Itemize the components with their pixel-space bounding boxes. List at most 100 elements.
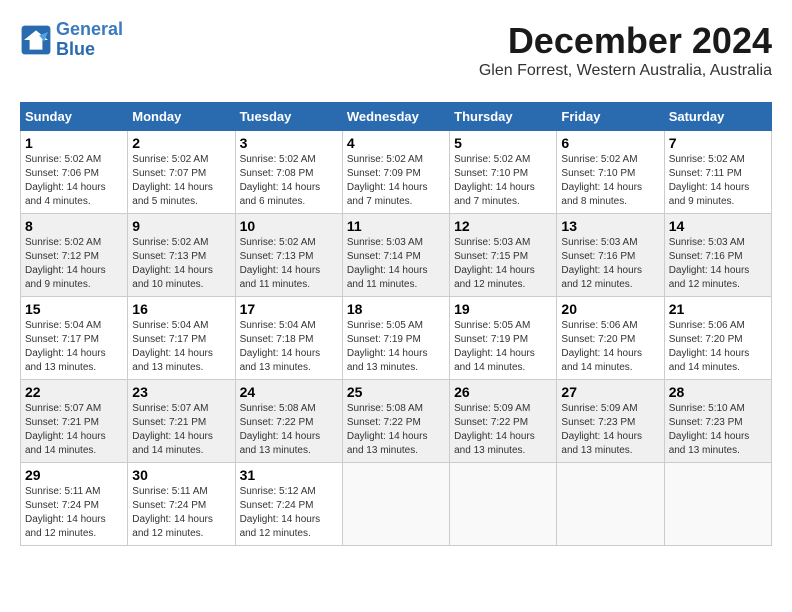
calendar-cell <box>342 463 449 546</box>
calendar-cell: 9 Sunrise: 5:02 AM Sunset: 7:13 PM Dayli… <box>128 214 235 297</box>
calendar-cell: 5 Sunrise: 5:02 AM Sunset: 7:10 PM Dayli… <box>450 131 557 214</box>
day-info: Sunrise: 5:09 AM Sunset: 7:23 PM Dayligh… <box>561 402 659 458</box>
weekday-header-monday: Monday <box>128 103 235 131</box>
calendar-cell: 8 Sunrise: 5:02 AM Sunset: 7:12 PM Dayli… <box>21 214 128 297</box>
calendar-cell: 6 Sunrise: 5:02 AM Sunset: 7:10 PM Dayli… <box>557 131 664 214</box>
day-number: 27 <box>561 384 659 400</box>
day-info: Sunrise: 5:08 AM Sunset: 7:22 PM Dayligh… <box>240 402 338 458</box>
calendar-cell: 22 Sunrise: 5:07 AM Sunset: 7:21 PM Dayl… <box>21 380 128 463</box>
day-info: Sunrise: 5:02 AM Sunset: 7:06 PM Dayligh… <box>25 153 123 209</box>
day-number: 29 <box>25 467 123 483</box>
calendar-cell: 20 Sunrise: 5:06 AM Sunset: 7:20 PM Dayl… <box>557 297 664 380</box>
day-info: Sunrise: 5:05 AM Sunset: 7:19 PM Dayligh… <box>454 319 552 375</box>
day-info: Sunrise: 5:03 AM Sunset: 7:15 PM Dayligh… <box>454 236 552 292</box>
day-info: Sunrise: 5:04 AM Sunset: 7:17 PM Dayligh… <box>25 319 123 375</box>
day-info: Sunrise: 5:02 AM Sunset: 7:13 PM Dayligh… <box>240 236 338 292</box>
day-number: 5 <box>454 135 552 151</box>
calendar-cell: 16 Sunrise: 5:04 AM Sunset: 7:17 PM Dayl… <box>128 297 235 380</box>
day-number: 3 <box>240 135 338 151</box>
weekday-header-sunday: Sunday <box>21 103 128 131</box>
day-number: 12 <box>454 218 552 234</box>
calendar-cell <box>664 463 771 546</box>
calendar-cell: 17 Sunrise: 5:04 AM Sunset: 7:18 PM Dayl… <box>235 297 342 380</box>
day-number: 8 <box>25 218 123 234</box>
day-info: Sunrise: 5:11 AM Sunset: 7:24 PM Dayligh… <box>132 485 230 541</box>
day-info: Sunrise: 5:06 AM Sunset: 7:20 PM Dayligh… <box>561 319 659 375</box>
calendar-cell: 11 Sunrise: 5:03 AM Sunset: 7:14 PM Dayl… <box>342 214 449 297</box>
day-number: 4 <box>347 135 445 151</box>
calendar-cell: 21 Sunrise: 5:06 AM Sunset: 7:20 PM Dayl… <box>664 297 771 380</box>
day-info: Sunrise: 5:02 AM Sunset: 7:08 PM Dayligh… <box>240 153 338 209</box>
day-info: Sunrise: 5:02 AM Sunset: 7:10 PM Dayligh… <box>454 153 552 209</box>
day-number: 1 <box>25 135 123 151</box>
calendar-cell: 14 Sunrise: 5:03 AM Sunset: 7:16 PM Dayl… <box>664 214 771 297</box>
day-number: 9 <box>132 218 230 234</box>
calendar-cell: 27 Sunrise: 5:09 AM Sunset: 7:23 PM Dayl… <box>557 380 664 463</box>
weekday-header-friday: Friday <box>557 103 664 131</box>
calendar-cell: 13 Sunrise: 5:03 AM Sunset: 7:16 PM Dayl… <box>557 214 664 297</box>
month-title: December 2024 <box>479 20 772 62</box>
calendar-cell: 4 Sunrise: 5:02 AM Sunset: 7:09 PM Dayli… <box>342 131 449 214</box>
day-info: Sunrise: 5:02 AM Sunset: 7:07 PM Dayligh… <box>132 153 230 209</box>
weekday-header-tuesday: Tuesday <box>235 103 342 131</box>
weekday-header-row: SundayMondayTuesdayWednesdayThursdayFrid… <box>21 103 772 131</box>
day-info: Sunrise: 5:07 AM Sunset: 7:21 PM Dayligh… <box>25 402 123 458</box>
day-info: Sunrise: 5:10 AM Sunset: 7:23 PM Dayligh… <box>669 402 767 458</box>
day-info: Sunrise: 5:11 AM Sunset: 7:24 PM Dayligh… <box>25 485 123 541</box>
day-number: 24 <box>240 384 338 400</box>
calendar-cell: 30 Sunrise: 5:11 AM Sunset: 7:24 PM Dayl… <box>128 463 235 546</box>
day-number: 13 <box>561 218 659 234</box>
calendar-cell: 2 Sunrise: 5:02 AM Sunset: 7:07 PM Dayli… <box>128 131 235 214</box>
weekday-header-wednesday: Wednesday <box>342 103 449 131</box>
day-number: 25 <box>347 384 445 400</box>
day-number: 28 <box>669 384 767 400</box>
calendar-week-3: 15 Sunrise: 5:04 AM Sunset: 7:17 PM Dayl… <box>21 297 772 380</box>
logo: General Blue <box>20 20 123 60</box>
calendar-week-2: 8 Sunrise: 5:02 AM Sunset: 7:12 PM Dayli… <box>21 214 772 297</box>
day-info: Sunrise: 5:03 AM Sunset: 7:16 PM Dayligh… <box>669 236 767 292</box>
calendar-cell: 29 Sunrise: 5:11 AM Sunset: 7:24 PM Dayl… <box>21 463 128 546</box>
day-number: 30 <box>132 467 230 483</box>
calendar-cell <box>450 463 557 546</box>
day-info: Sunrise: 5:02 AM Sunset: 7:11 PM Dayligh… <box>669 153 767 209</box>
calendar-cell: 10 Sunrise: 5:02 AM Sunset: 7:13 PM Dayl… <box>235 214 342 297</box>
day-info: Sunrise: 5:02 AM Sunset: 7:12 PM Dayligh… <box>25 236 123 292</box>
day-number: 16 <box>132 301 230 317</box>
day-number: 22 <box>25 384 123 400</box>
calendar-cell <box>557 463 664 546</box>
day-info: Sunrise: 5:04 AM Sunset: 7:17 PM Dayligh… <box>132 319 230 375</box>
calendar-cell: 26 Sunrise: 5:09 AM Sunset: 7:22 PM Dayl… <box>450 380 557 463</box>
day-number: 7 <box>669 135 767 151</box>
day-number: 11 <box>347 218 445 234</box>
day-info: Sunrise: 5:06 AM Sunset: 7:20 PM Dayligh… <box>669 319 767 375</box>
day-number: 31 <box>240 467 338 483</box>
day-number: 14 <box>669 218 767 234</box>
calendar-cell: 7 Sunrise: 5:02 AM Sunset: 7:11 PM Dayli… <box>664 131 771 214</box>
logo-icon <box>20 24 52 56</box>
day-number: 20 <box>561 301 659 317</box>
calendar-cell: 18 Sunrise: 5:05 AM Sunset: 7:19 PM Dayl… <box>342 297 449 380</box>
calendar-cell: 1 Sunrise: 5:02 AM Sunset: 7:06 PM Dayli… <box>21 131 128 214</box>
calendar-week-4: 22 Sunrise: 5:07 AM Sunset: 7:21 PM Dayl… <box>21 380 772 463</box>
calendar-cell: 15 Sunrise: 5:04 AM Sunset: 7:17 PM Dayl… <box>21 297 128 380</box>
day-info: Sunrise: 5:05 AM Sunset: 7:19 PM Dayligh… <box>347 319 445 375</box>
day-number: 26 <box>454 384 552 400</box>
calendar-cell: 19 Sunrise: 5:05 AM Sunset: 7:19 PM Dayl… <box>450 297 557 380</box>
calendar-week-1: 1 Sunrise: 5:02 AM Sunset: 7:06 PM Dayli… <box>21 131 772 214</box>
day-number: 17 <box>240 301 338 317</box>
calendar-cell: 25 Sunrise: 5:08 AM Sunset: 7:22 PM Dayl… <box>342 380 449 463</box>
day-number: 18 <box>347 301 445 317</box>
day-info: Sunrise: 5:08 AM Sunset: 7:22 PM Dayligh… <box>347 402 445 458</box>
weekday-header-thursday: Thursday <box>450 103 557 131</box>
day-info: Sunrise: 5:07 AM Sunset: 7:21 PM Dayligh… <box>132 402 230 458</box>
calendar-week-5: 29 Sunrise: 5:11 AM Sunset: 7:24 PM Dayl… <box>21 463 772 546</box>
day-number: 23 <box>132 384 230 400</box>
day-number: 10 <box>240 218 338 234</box>
calendar-table: SundayMondayTuesdayWednesdayThursdayFrid… <box>20 102 772 546</box>
day-info: Sunrise: 5:12 AM Sunset: 7:24 PM Dayligh… <box>240 485 338 541</box>
day-info: Sunrise: 5:03 AM Sunset: 7:16 PM Dayligh… <box>561 236 659 292</box>
day-info: Sunrise: 5:02 AM Sunset: 7:10 PM Dayligh… <box>561 153 659 209</box>
calendar-cell: 24 Sunrise: 5:08 AM Sunset: 7:22 PM Dayl… <box>235 380 342 463</box>
title-section: December 2024 Glen Forrest, Western Aust… <box>479 20 772 90</box>
logo-blue: Blue <box>56 40 123 60</box>
